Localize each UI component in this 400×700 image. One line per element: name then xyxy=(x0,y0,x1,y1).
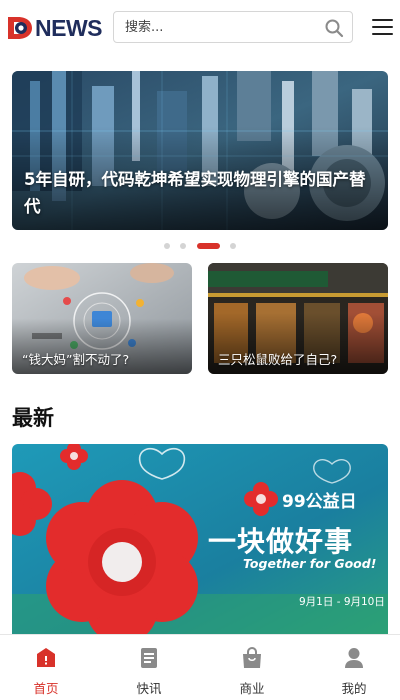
logo-text: NEWS xyxy=(35,14,103,41)
featured-date-range: 9月1日 - 9月10日 xyxy=(299,596,385,608)
search-box[interactable] xyxy=(113,11,353,43)
hamburger-menu-icon[interactable] xyxy=(372,17,394,37)
tab-label: 商业 xyxy=(239,681,265,696)
home-icon xyxy=(37,648,55,667)
carousel-dot[interactable] xyxy=(164,243,170,249)
tab-label: 首页 xyxy=(33,681,59,696)
carousel-dot-active[interactable] xyxy=(197,243,220,249)
tab-label: 我的 xyxy=(341,681,367,696)
tab-home[interactable]: 首页 xyxy=(16,645,76,699)
hero-banner[interactable]: 5年自研，代码乾坤希望实现物理引擎的国产替代 xyxy=(12,71,388,230)
news-card[interactable]: 三只松鼠败给了自己? xyxy=(208,263,388,374)
latest-heading: 最新 xyxy=(12,406,54,430)
news-icon xyxy=(141,648,157,668)
search-input[interactable] xyxy=(114,12,309,42)
user-icon xyxy=(345,648,363,668)
carousel-dot[interactable] xyxy=(180,243,186,249)
card-title: 三只松鼠败给了自己? xyxy=(218,352,338,367)
hero-title: 5年自研，代码乾坤希望实现物理引擎的国产替代 xyxy=(24,170,366,216)
featured-english-slogan: Together for Good! xyxy=(243,556,377,571)
dnews-logo[interactable]: NEWS xyxy=(6,14,103,42)
tab-news-flash[interactable]: 快讯 xyxy=(119,645,179,699)
featured-banner[interactable]: 99公益日 一块做好事 Together for Good! 9月1日 - 9月… xyxy=(12,444,388,639)
top-header: NEWS xyxy=(0,0,400,58)
flower-icon xyxy=(244,482,278,516)
search-icon[interactable] xyxy=(324,18,344,38)
carousel-indicator xyxy=(0,240,400,250)
tab-business[interactable]: 商业 xyxy=(222,645,282,699)
badge-text: 99公益日 xyxy=(282,491,357,512)
bag-icon xyxy=(243,647,261,668)
news-card[interactable]: “钱大妈”割不动了? xyxy=(12,263,192,374)
card-title: “钱大妈”割不动了? xyxy=(22,352,130,367)
tab-label: 快讯 xyxy=(136,681,162,696)
carousel-dot[interactable] xyxy=(230,243,236,249)
tab-profile[interactable]: 我的 xyxy=(324,645,384,699)
logo-mark-icon xyxy=(8,17,32,39)
featured-headline: 一块做好事 xyxy=(208,525,354,558)
bottom-tab-bar: 首页 快讯 商业 我的 xyxy=(0,634,400,700)
charity-day-badge: 99公益日 xyxy=(244,482,357,516)
